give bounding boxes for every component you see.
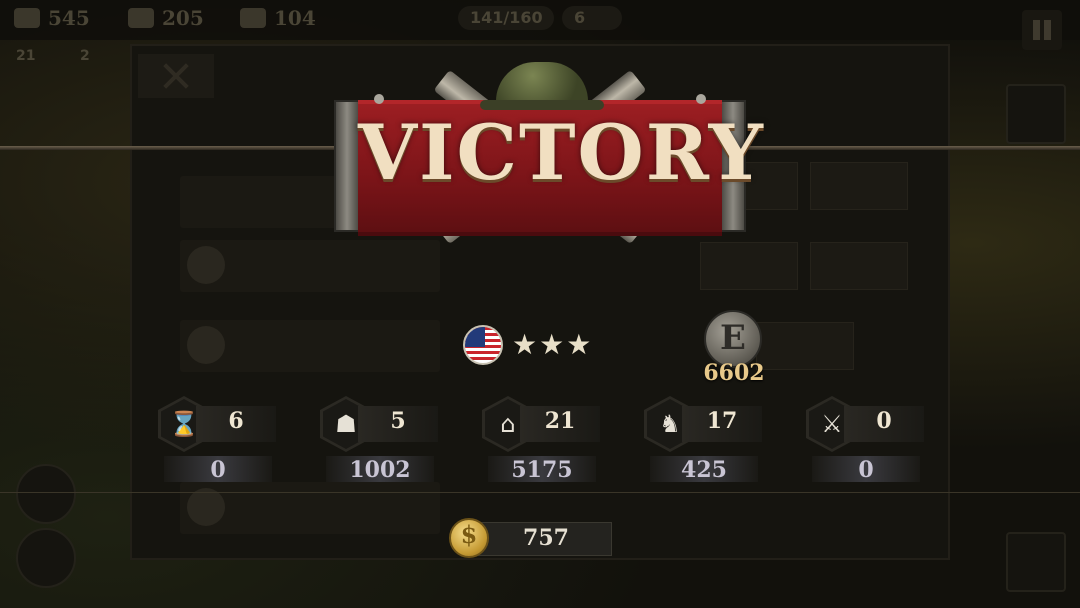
stat-top-value: 17 xyxy=(706,408,738,434)
sub-resource-b: 2 xyxy=(80,48,90,64)
side-ship-button[interactable] xyxy=(16,464,76,524)
rivet-icon xyxy=(696,94,706,104)
stat-top-value: 0 xyxy=(876,408,892,434)
row-flag-icon xyxy=(187,488,225,526)
stat-bottom-value: 0 xyxy=(858,457,874,483)
victory-title: VICTORY xyxy=(358,108,765,197)
reward-value: 757 xyxy=(523,525,569,551)
stat-city: ⌂ 21 5175 xyxy=(482,396,602,486)
stat-bottom-value: 1002 xyxy=(349,457,411,483)
steel-icon xyxy=(240,8,266,28)
star-rating: ★★★ xyxy=(512,328,594,361)
stat-bottom-value: 5175 xyxy=(511,457,573,483)
divider-line xyxy=(0,492,1080,493)
stat-bottom-value: 425 xyxy=(681,457,727,483)
stat-soldier: ♞ 17 425 xyxy=(644,396,764,486)
row-action-button[interactable] xyxy=(810,162,908,210)
experience-value: 6602 xyxy=(703,360,765,386)
row-flag-icon xyxy=(187,326,225,364)
rivet-icon xyxy=(374,94,384,104)
side-swords-button[interactable] xyxy=(1006,84,1066,144)
resource-steel: 104 xyxy=(240,6,316,30)
banner-left-cap xyxy=(334,100,360,232)
stat-officer: ☗ 5 1002 xyxy=(320,396,440,486)
row-action-button[interactable] xyxy=(756,322,854,370)
sub-resource-a: 21 xyxy=(16,48,36,64)
oil-icon xyxy=(128,8,154,28)
stat-top-value: 5 xyxy=(390,408,406,434)
side-gear-button[interactable] xyxy=(16,528,76,588)
pause-button[interactable] xyxy=(1022,10,1062,50)
row-action-button[interactable] xyxy=(810,242,908,290)
resource-oil: 205 xyxy=(128,6,204,30)
close-button[interactable] xyxy=(138,54,214,98)
stat-top-value: 21 xyxy=(544,408,576,434)
stat-bottom-value: 0 xyxy=(210,457,226,483)
helmet-icon xyxy=(14,8,40,28)
population-extra-pill: 6 xyxy=(562,6,622,30)
side-hourglass-button[interactable] xyxy=(1006,532,1066,592)
row-flag-icon xyxy=(187,246,225,284)
gold-coin-icon: $ xyxy=(449,518,489,558)
population-pill: 141/160 xyxy=(458,6,554,30)
stat-hourglass: ⌛ 6 0 xyxy=(158,396,278,486)
flag-canton xyxy=(465,327,485,347)
victory-banner: VICTORY xyxy=(330,38,765,270)
resource-manpower: 545 xyxy=(14,6,90,30)
stat-combat: ⚔ 0 0 xyxy=(806,396,926,486)
stat-top-value: 6 xyxy=(228,408,244,434)
us-flag-icon xyxy=(463,325,503,365)
